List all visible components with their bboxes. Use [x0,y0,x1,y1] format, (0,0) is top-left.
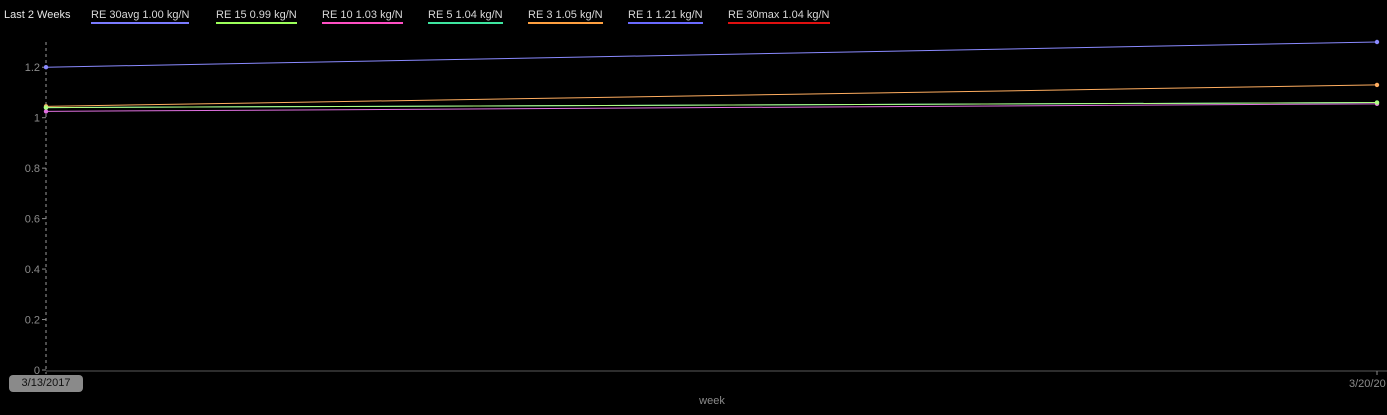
data-point[interactable] [1374,39,1380,45]
y-axis: 00.20.40.60.811.2 [25,42,47,377]
data-point[interactable] [1374,100,1380,105]
x-axis-title: week [698,395,725,407]
y-tick-label: 1 [34,113,40,125]
y-tick-label: 0.4 [25,264,40,276]
data-point[interactable] [43,65,49,70]
y-tick-label: 0.8 [25,163,40,175]
data-point[interactable] [43,109,49,114]
chart-panel: Last 2 Weeks RE 30avg 1.00 kg/N RE 15 0.… [0,0,1387,415]
line-chart: 00.20.40.60.811.2 week [25,39,1387,407]
data-point[interactable] [1374,82,1380,88]
series-re-1 [43,39,1380,70]
data-point[interactable] [43,105,49,110]
y-tick-label: 1.2 [25,62,40,74]
start-date-chip[interactable]: 3/13/2017 [9,375,83,392]
series-layer [43,39,1380,114]
y-tick-label: 0.2 [25,315,40,327]
y-tick-label: 0.6 [25,214,40,226]
series-line [45,41,1378,68]
x-axis [46,370,1387,375]
end-date-label: 3/20/20 [1349,378,1386,390]
